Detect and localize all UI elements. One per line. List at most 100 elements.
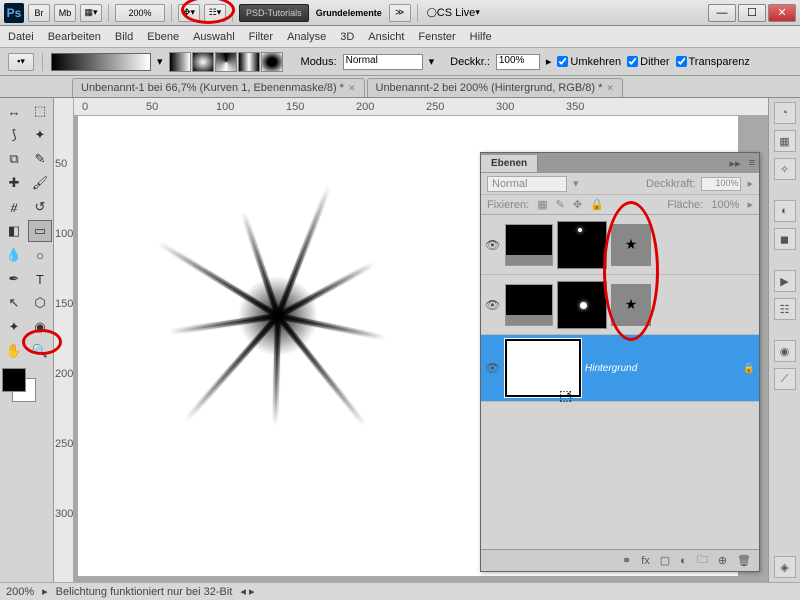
- blend-mode-select[interactable]: Normal: [487, 176, 567, 192]
- menu-3d[interactable]: 3D: [340, 31, 354, 43]
- blur-tool[interactable]: 💧: [2, 244, 26, 266]
- fill-field[interactable]: 100%: [711, 199, 739, 211]
- stamp-tool[interactable]: ⧣: [2, 196, 26, 218]
- layers-tab[interactable]: Ebenen: [481, 155, 538, 172]
- tab-doc1[interactable]: Unbenannt-1 bei 66,7% (Kurven 1, Ebenenm…: [72, 78, 365, 97]
- menu-filter[interactable]: Filter: [249, 31, 273, 43]
- hand-tool-button[interactable]: ✥▾: [178, 4, 200, 22]
- foreground-color[interactable]: [2, 368, 26, 392]
- brush-tool[interactable]: 🖌: [28, 172, 52, 194]
- layer-mask[interactable]: [557, 281, 607, 329]
- transparency-checkbox[interactable]: Transparenz: [676, 56, 750, 68]
- reverse-checkbox[interactable]: Umkehren: [557, 56, 621, 68]
- close-icon[interactable]: ✕: [348, 83, 356, 94]
- menu-fenster[interactable]: Fenster: [418, 31, 455, 43]
- history-panel-icon[interactable]: ☷: [774, 298, 796, 320]
- swatches-panel-icon[interactable]: ▦: [774, 130, 796, 152]
- pen-tool[interactable]: ✒: [2, 268, 26, 290]
- menu-ebene[interactable]: Ebene: [147, 31, 179, 43]
- panel-menu-icon[interactable]: ≡: [745, 157, 759, 169]
- layer-style-icon[interactable]: [611, 224, 651, 266]
- minimize-button[interactable]: —: [708, 4, 736, 22]
- eraser-tool[interactable]: ◧: [2, 220, 26, 242]
- collapse-icon[interactable]: ▸▸: [726, 157, 745, 170]
- adjustment-layer-icon[interactable]: ◐: [680, 555, 687, 567]
- status-zoom[interactable]: 200%: [6, 586, 34, 598]
- gradient-preview[interactable]: [51, 53, 151, 71]
- paths-panel-icon[interactable]: ⟋: [774, 368, 796, 390]
- visibility-icon[interactable]: 👁: [485, 298, 501, 312]
- gradient-reflected[interactable]: [238, 52, 260, 72]
- layers-panel[interactable]: Ebenen ▸▸ ≡ Normal▾ Deckkraft: 100%▸ Fix…: [480, 152, 760, 572]
- gradient-tool[interactable]: ▭: [28, 220, 52, 242]
- layer-background[interactable]: 👁 Hintergrund 🔒: [481, 335, 759, 402]
- link-layers-icon[interactable]: ⚭: [622, 554, 631, 567]
- marquee-tool[interactable]: ⬚: [28, 100, 52, 122]
- opacity-field[interactable]: 100%: [496, 54, 540, 70]
- close-button[interactable]: ✕: [768, 4, 796, 22]
- color-swatches[interactable]: [2, 368, 42, 404]
- 3d-camera-tool[interactable]: ◉: [28, 316, 52, 338]
- group-icon[interactable]: 🗀: [697, 551, 708, 570]
- hand-tool[interactable]: ✋: [2, 340, 26, 362]
- mode-arrow[interactable]: ▾: [429, 55, 435, 68]
- workspace-grundelemente[interactable]: Grundelemente: [313, 4, 385, 22]
- gradient-radial[interactable]: [192, 52, 214, 72]
- new-layer-icon[interactable]: ⊕: [718, 554, 727, 567]
- adjustments-panel-icon[interactable]: ◐: [774, 200, 796, 222]
- maximize-button[interactable]: ☐: [738, 4, 766, 22]
- lock-position-icon[interactable]: ✥: [573, 198, 582, 211]
- lock-pixels-icon[interactable]: ✎: [556, 198, 565, 211]
- layer-mask[interactable]: [557, 221, 607, 269]
- color-panel-icon[interactable]: ◔: [774, 102, 796, 124]
- lock-all-icon[interactable]: 🔒: [590, 198, 604, 211]
- gradient-angle[interactable]: [215, 52, 237, 72]
- gradient-diamond[interactable]: [261, 52, 283, 72]
- gradient-linear[interactable]: [169, 52, 191, 72]
- actions-panel-icon[interactable]: ▶: [774, 270, 796, 292]
- layer-curves-1[interactable]: 👁: [481, 275, 759, 335]
- layer-fx-icon[interactable]: fx: [641, 555, 650, 567]
- channels-panel-icon[interactable]: ◉: [774, 340, 796, 362]
- bridge-button[interactable]: Br: [28, 4, 50, 22]
- move-tool[interactable]: ↔: [2, 100, 26, 122]
- workspace-psd-tutorials[interactable]: PSD-Tutorials: [239, 4, 309, 22]
- layer-thumb[interactable]: [505, 224, 553, 266]
- wand-tool[interactable]: ✦: [28, 124, 52, 146]
- dodge-tool[interactable]: ○: [28, 244, 52, 266]
- eyedropper-tool[interactable]: ✎: [28, 148, 52, 170]
- layer-mask-icon[interactable]: ▢: [660, 554, 670, 567]
- dither-checkbox[interactable]: Dither: [627, 56, 669, 68]
- crop-tool[interactable]: ⧉: [2, 148, 26, 170]
- menu-bild[interactable]: Bild: [115, 31, 133, 43]
- masks-panel-icon[interactable]: ◼: [774, 228, 796, 250]
- layer-opacity-field[interactable]: 100%: [701, 177, 741, 191]
- history-brush-tool[interactable]: ↺: [28, 196, 52, 218]
- mode-select[interactable]: Normal: [343, 54, 423, 70]
- workspace-more[interactable]: ≫: [389, 4, 411, 22]
- layer-thumb[interactable]: [505, 284, 553, 326]
- cslive-button[interactable]: ◯ CS Live ▾: [424, 4, 483, 22]
- styles-panel-icon[interactable]: ✧: [774, 158, 796, 180]
- layers-panel-icon[interactable]: ◈: [774, 556, 796, 578]
- path-select-tool[interactable]: ↖: [2, 292, 26, 314]
- 3d-tool[interactable]: ✦: [2, 316, 26, 338]
- menu-analyse[interactable]: Analyse: [287, 31, 326, 43]
- opacity-arrow[interactable]: ▸: [546, 55, 552, 68]
- layer-curves-2[interactable]: 👁: [481, 215, 759, 275]
- arrange-button[interactable]: ☷▾: [204, 4, 226, 22]
- healing-tool[interactable]: ✚: [2, 172, 26, 194]
- screen-mode-button[interactable]: ▦▾: [80, 4, 102, 22]
- menu-datei[interactable]: Datei: [8, 31, 34, 43]
- shape-tool[interactable]: ⬡: [28, 292, 52, 314]
- visibility-icon[interactable]: 👁: [485, 238, 501, 252]
- tool-preset[interactable]: ▪▾: [8, 53, 34, 71]
- delete-layer-icon[interactable]: 🗑: [737, 554, 751, 567]
- layer-style-icon[interactable]: [611, 284, 651, 326]
- gradient-picker-arrow[interactable]: ▾: [157, 55, 163, 68]
- minibridge-button[interactable]: Mb: [54, 4, 76, 22]
- menu-bearbeiten[interactable]: Bearbeiten: [48, 31, 101, 43]
- lasso-tool[interactable]: ⟆: [2, 124, 26, 146]
- zoom-tool[interactable]: 🔍: [28, 340, 52, 362]
- visibility-icon[interactable]: 👁: [485, 361, 501, 375]
